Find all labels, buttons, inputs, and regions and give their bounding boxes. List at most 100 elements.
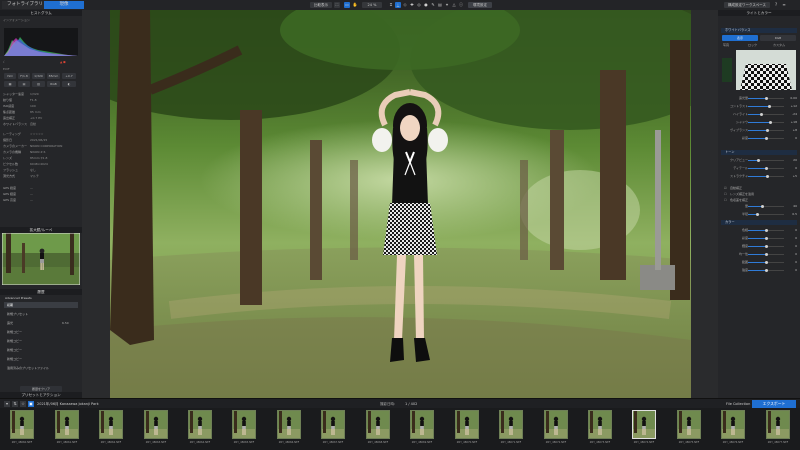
compare-view-button[interactable]: 比較表示	[310, 2, 332, 8]
filmstrip-thumbnail[interactable]	[277, 410, 301, 439]
filmstrip-thumbnail[interactable]	[410, 410, 434, 439]
clone-icon[interactable]: ◎	[416, 2, 422, 8]
preset-item[interactable]: 新規コピー	[4, 338, 78, 344]
view-mode-button-5[interactable]: ◐	[62, 81, 76, 87]
color-value[interactable]: 0	[787, 228, 797, 232]
basic-slider[interactable]	[748, 97, 784, 100]
info-icon[interactable]: ⓘ	[458, 2, 464, 8]
tone-section[interactable]: トーン	[721, 150, 797, 155]
tone-value[interactable]: 0	[787, 166, 797, 170]
slider-knob[interactable]	[766, 129, 770, 132]
filmstrip-thumbnail[interactable]	[721, 410, 745, 439]
slider-knob[interactable]	[764, 237, 768, 240]
checkbox[interactable]: ☑	[724, 186, 727, 190]
filmstrip-thumbnail[interactable]	[321, 410, 345, 439]
basic-value[interactable]: 0.00	[787, 96, 797, 100]
redeye-icon[interactable]: ●	[423, 2, 429, 8]
slider-knob[interactable]	[764, 167, 768, 170]
help-icon[interactable]: ?	[773, 2, 779, 8]
tab-develop[interactable]: 現像	[44, 1, 84, 9]
filmstrip-thumbnail[interactable]	[677, 410, 701, 439]
tone-value[interactable]: 20	[787, 158, 797, 162]
filmstrip-thumbnail[interactable]	[366, 410, 390, 439]
color-slider[interactable]	[748, 237, 784, 240]
tone-value[interactable]: +5	[787, 174, 797, 178]
filmstrip-thumbnail[interactable]	[455, 410, 479, 439]
basic-value[interactable]: -24	[787, 112, 797, 116]
rgb-mode-button[interactable]: RGB	[47, 81, 60, 87]
color-slider[interactable]	[748, 229, 784, 232]
tone-slider[interactable]	[748, 175, 784, 178]
tab-photo-library[interactable]: フォトライブラリ	[2, 1, 48, 9]
slider-knob[interactable]	[764, 253, 768, 256]
eyedropper-icon[interactable]: ⌖	[444, 2, 450, 8]
file-collection-button[interactable]: File Collection	[726, 401, 750, 407]
folder-icon[interactable]: ▣	[28, 401, 34, 407]
wb-mode-lock[interactable]: ロック	[748, 43, 757, 47]
filmstrip-thumbnail[interactable]	[544, 410, 568, 439]
filmstrip-thumbnail[interactable]	[144, 410, 168, 439]
slider-knob[interactable]	[764, 97, 768, 100]
preferences-button[interactable]: 環境設定	[468, 2, 492, 8]
clip-warning-icon[interactable]: ▲ ◼	[60, 60, 66, 64]
basic-slider[interactable]	[748, 129, 784, 132]
exif-aperture-button[interactable]: F/1.8	[18, 73, 30, 79]
workspace-dropdown[interactable]: 構成設定ワークスペース	[724, 2, 770, 8]
color-slider[interactable]	[748, 261, 784, 264]
checkbox[interactable]: ☐	[724, 198, 727, 202]
filmstrip-thumbnail[interactable]	[232, 410, 256, 439]
perspective-icon[interactable]: ◇	[402, 2, 408, 8]
filmstrip-thumbnail[interactable]	[588, 410, 612, 439]
basic-value[interactable]: +12	[787, 104, 797, 108]
view-mode-button-1[interactable]: ▦	[4, 81, 16, 87]
zoom-level[interactable]: 24 %	[362, 2, 382, 8]
wb-rgb-option[interactable]: RGB	[760, 35, 796, 41]
exif-focal-button[interactable]: 85mm	[47, 73, 60, 79]
preset-item[interactable]: 新規コピー	[4, 329, 78, 335]
view-mode-button-2[interactable]: ▤	[18, 81, 30, 87]
slider-knob[interactable]	[766, 175, 770, 178]
preset-item[interactable]: 露光	[4, 320, 78, 326]
exif-shutter-button[interactable]: 1/320	[32, 73, 45, 79]
preset-item[interactable]: 新規プリセット	[4, 311, 78, 317]
filmstrip-thumbnail[interactable]	[766, 410, 790, 439]
slider-knob[interactable]	[764, 137, 768, 140]
color-value[interactable]: 0	[787, 244, 797, 248]
sort-icon[interactable]: ⇅	[12, 401, 18, 407]
basic-value[interactable]: +8	[787, 128, 797, 132]
gradient-icon[interactable]: ▤	[437, 2, 443, 8]
slider-knob[interactable]	[764, 245, 768, 248]
color-value[interactable]: 0	[787, 236, 797, 240]
filter-icon[interactable]: ▾	[4, 401, 10, 407]
fullscreen-button[interactable]: ⛶	[334, 2, 340, 8]
hand-tool-icon[interactable]: ✋	[352, 2, 358, 8]
color-value[interactable]: 0	[787, 252, 797, 256]
star-filter-icon[interactable]: ☆	[20, 401, 26, 407]
filmstrip-thumbnail[interactable]	[632, 410, 656, 439]
repair-icon[interactable]: ✚	[409, 2, 415, 8]
advanced-presets-header[interactable]: Advanced Presets	[5, 296, 32, 300]
wb-mode-custom[interactable]: カスタム	[773, 43, 785, 47]
filmstrip-thumbnail[interactable]	[55, 410, 79, 439]
color-value[interactable]: 0	[787, 260, 797, 264]
export-button[interactable]: エクスポート	[752, 400, 796, 408]
slider-knob[interactable]	[764, 269, 768, 272]
preset-item[interactable]: 新規コピー	[4, 347, 78, 353]
basic-value[interactable]: +18	[787, 120, 797, 124]
color-slider[interactable]	[748, 269, 784, 272]
slider-knob[interactable]	[760, 113, 764, 116]
exif-iso-button[interactable]: ISO	[4, 73, 16, 79]
slider-knob[interactable]	[764, 229, 768, 232]
filmstrip-thumbnail[interactable]	[99, 410, 123, 439]
filmstrip-thumbnail[interactable]	[188, 410, 212, 439]
slider-knob[interactable]	[755, 213, 759, 216]
sharpen-value[interactable]: 40	[787, 204, 797, 208]
color-section[interactable]: カラー	[721, 220, 797, 225]
filmstrip-thumbnail[interactable]	[499, 410, 523, 439]
crop-icon[interactable]: ⌗	[388, 2, 394, 8]
basic-value[interactable]: 0	[787, 136, 797, 140]
tone-slider[interactable]	[748, 159, 784, 162]
sharpen-slider[interactable]	[748, 213, 784, 216]
basic-slider[interactable]	[748, 121, 784, 124]
folder-path[interactable]: 2021年/06月 Kanazawa Jokanji Park	[37, 401, 99, 407]
